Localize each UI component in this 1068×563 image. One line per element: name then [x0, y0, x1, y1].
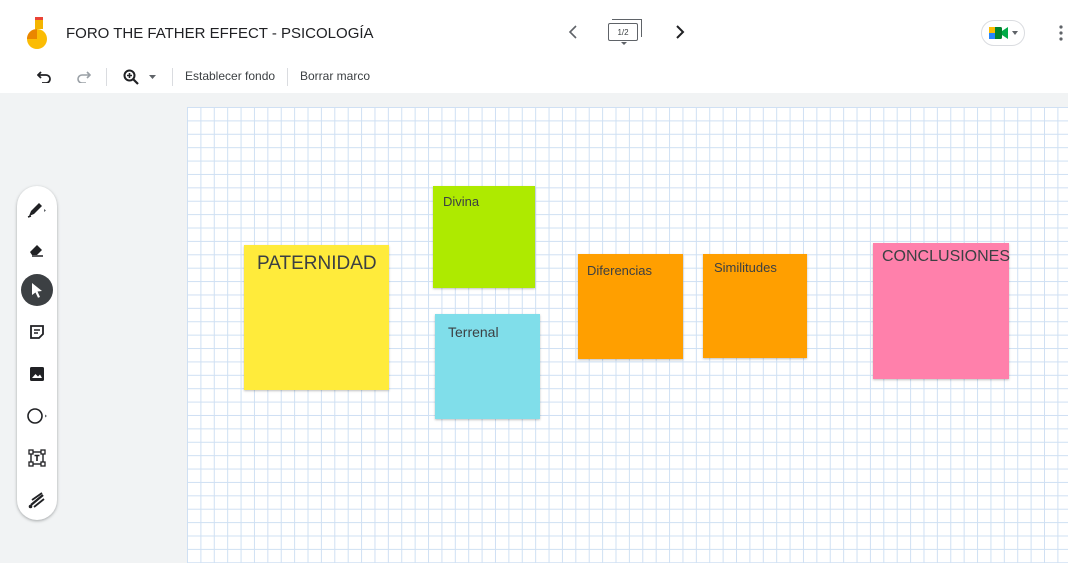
caret-down-icon — [621, 42, 627, 45]
caret-down-icon — [148, 75, 156, 79]
zoom-in-icon — [123, 69, 139, 85]
eraser-tool[interactable] — [21, 234, 53, 266]
zoom-button[interactable] — [116, 65, 162, 89]
clear-frame-button[interactable]: Borrar marco — [300, 69, 370, 83]
next-frame-button[interactable] — [670, 21, 690, 43]
eraser-icon — [30, 245, 43, 257]
pen-tool[interactable] — [21, 193, 53, 225]
frame-bar-toggle[interactable]: 1/2 — [605, 16, 645, 46]
sticky-note-icon — [30, 325, 44, 339]
laser-tool[interactable] — [21, 484, 53, 516]
top-bar: FORO THE FATHER EFFECT - PSICOLOGÍA 1/2 — [0, 0, 1068, 62]
toolbar-divider — [287, 68, 288, 86]
toolbar-divider — [172, 68, 173, 86]
sticky-note-text: Similitudes — [714, 260, 777, 275]
sticky-note-diferencias[interactable]: Diferencias — [578, 254, 683, 359]
undo-icon — [37, 71, 51, 83]
image-tool[interactable] — [21, 358, 53, 390]
sticky-note-divina[interactable]: Divina — [433, 186, 535, 288]
chevron-right-icon — [676, 25, 685, 39]
laser-icon — [28, 492, 45, 509]
shape-tool[interactable] — [21, 400, 53, 432]
sticky-note-conclusiones[interactable]: CONCLUSIONES — [873, 243, 1011, 379]
sticky-note-terrenal[interactable]: Terrenal — [435, 314, 540, 419]
select-tool[interactable] — [21, 274, 53, 306]
select-icon — [32, 283, 42, 298]
circle-shape-icon — [27, 408, 47, 424]
meet-button[interactable] — [981, 20, 1025, 46]
jamboard-logo-icon[interactable] — [26, 17, 48, 49]
toolbar-divider — [106, 68, 107, 86]
chevron-left-icon — [568, 25, 577, 39]
sticky-note-similitudes[interactable]: Similitudes — [703, 254, 807, 358]
editing-toolbar: Establecer fondo Borrar marco — [0, 62, 1068, 92]
sticky-note-paternidad[interactable]: PATERNIDAD — [244, 245, 389, 390]
undo-button[interactable] — [32, 65, 56, 89]
drawing-tools-panel — [17, 186, 57, 520]
sticky-note-text: Diferencias — [587, 263, 653, 278]
set-background-button[interactable]: Establecer fondo — [185, 69, 275, 83]
previous-frame-button[interactable] — [563, 21, 583, 43]
text-box-tool[interactable] — [21, 442, 53, 474]
sticky-note-text: PATERNIDAD — [257, 253, 377, 274]
image-icon — [30, 367, 44, 381]
whiteboard-frame[interactable]: PATERNIDAD Divina Terrenal Diferencias S… — [187, 107, 1068, 563]
text-box-icon — [28, 449, 46, 467]
google-meet-icon — [988, 27, 1008, 39]
redo-button[interactable] — [72, 65, 96, 89]
redo-icon — [77, 71, 91, 83]
more-vertical-icon — [1059, 25, 1063, 41]
sticky-note-text: Divina — [443, 194, 480, 209]
caret-down-icon — [1011, 31, 1018, 35]
sticky-note-text: CONCLUSIONES — [882, 248, 1011, 265]
more-options-button[interactable] — [1055, 20, 1067, 46]
pen-icon — [27, 203, 46, 218]
sticky-note-tool[interactable] — [21, 316, 53, 348]
board-title[interactable]: FORO THE FATHER EFFECT - PSICOLOGÍA — [66, 25, 374, 42]
frame-counter: 1/2 — [608, 23, 638, 41]
sticky-note-text: Terrenal — [448, 324, 499, 340]
